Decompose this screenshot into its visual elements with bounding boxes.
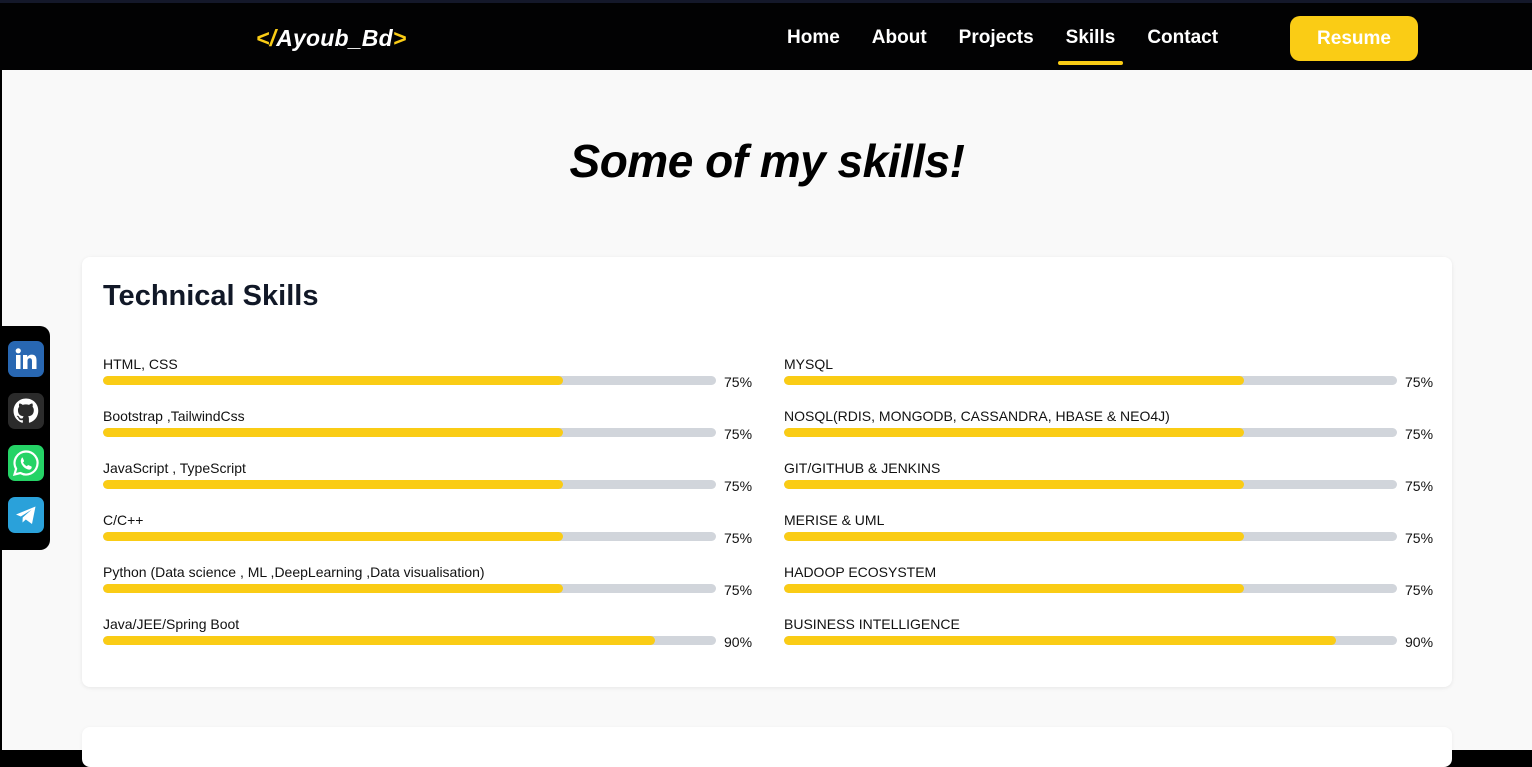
skill-label: BUSINESS INTELLIGENCE <box>784 616 960 632</box>
skill-progress-fill <box>103 480 563 489</box>
skill-percent: 75% <box>1405 582 1434 598</box>
skill-row: HADOOP ECOSYSTEM 75% <box>784 562 1434 614</box>
resume-button[interactable]: Resume <box>1290 16 1418 61</box>
skill-progress-fill <box>103 428 563 437</box>
skill-row: HTML, CSS 75% <box>103 354 753 406</box>
skill-progress-track <box>103 428 716 437</box>
skills-column-left: HTML, CSS 75% Bootstrap ,TailwindCss 75% Jav… <box>103 354 753 666</box>
skill-progress-fill <box>784 532 1244 541</box>
skill-percent: 75% <box>724 426 753 442</box>
logo-name: Ayoub_Bd <box>276 25 393 51</box>
skill-progress-fill <box>784 480 1244 489</box>
skill-progress-track <box>784 636 1397 645</box>
skill-percent: 75% <box>724 478 753 494</box>
nav-link-home[interactable]: Home <box>787 27 840 63</box>
skill-percent: 75% <box>724 582 753 598</box>
page-title: Some of my skills! <box>569 135 965 187</box>
skill-label: GIT/GITHUB & JENKINS <box>784 460 941 476</box>
skill-progress-track <box>103 532 716 541</box>
technical-skills-card: Technical Skills HTML, CSS 75% Bootstrap ,… <box>82 257 1452 687</box>
skill-percent: 90% <box>724 634 753 650</box>
skill-label: Java/JEE/Spring Boot <box>103 616 240 632</box>
skill-label: HTML, CSS <box>103 356 178 372</box>
social-sidebar <box>0 326 50 550</box>
nav-link-projects[interactable]: Projects <box>959 27 1034 63</box>
navbar: </Ayoub_Bd> Home About Projects Skills C… <box>0 0 1532 70</box>
skill-label: NOSQL(RDIS, MONGODB, CASSANDRA, HBASE & … <box>784 408 1170 424</box>
skill-percent: 75% <box>1405 530 1434 546</box>
skill-percent: 75% <box>1405 426 1434 442</box>
technical-skills-title: Technical Skills <box>103 280 319 312</box>
skill-progress-track <box>784 584 1397 593</box>
skill-progress-track <box>103 584 716 593</box>
skill-percent: 75% <box>724 530 753 546</box>
skill-progress-track <box>784 376 1397 385</box>
skill-percent: 75% <box>724 374 753 390</box>
skill-percent: 75% <box>1405 374 1434 390</box>
logo-open-bracket: </ <box>256 25 277 51</box>
next-section-card <box>82 727 1452 767</box>
nav-link-skills[interactable]: Skills <box>1057 27 1123 65</box>
skill-row: MYSQL 75% <box>784 354 1434 406</box>
nav-links: Home About Projects Skills Contact <box>787 27 1250 65</box>
skill-progress-fill <box>784 428 1244 437</box>
skill-row: MERISE & UML 75% <box>784 510 1434 562</box>
skill-progress-fill <box>103 584 563 593</box>
nav-link-contact[interactable]: Contact <box>1147 27 1218 63</box>
skill-progress-fill <box>784 584 1244 593</box>
skill-row: C/C++ 75% <box>103 510 753 562</box>
skill-progress-fill <box>103 636 655 645</box>
whatsapp-icon[interactable] <box>8 445 44 481</box>
github-icon[interactable] <box>8 393 44 429</box>
skill-label: C/C++ <box>103 512 144 528</box>
skill-label: MYSQL <box>784 356 834 372</box>
logo[interactable]: </Ayoub_Bd> <box>256 25 406 52</box>
skill-row: BUSINESS INTELLIGENCE 90% <box>784 614 1434 666</box>
skill-label: HADOOP ECOSYSTEM <box>784 564 937 580</box>
skill-progress-track <box>784 532 1397 541</box>
skill-progress-fill <box>103 376 563 385</box>
linkedin-icon[interactable] <box>8 341 44 377</box>
skill-progress-track <box>784 480 1397 489</box>
skill-row: JavaScript , TypeScript 75% <box>103 458 753 510</box>
skill-progress-track <box>784 428 1397 437</box>
skill-row: Python (Data science , ML ,DeepLearning … <box>103 562 753 614</box>
skill-row: GIT/GITHUB & JENKINS 75% <box>784 458 1434 510</box>
skill-progress-fill <box>784 376 1244 385</box>
main-content: Some of my skills! Technical Skills HTML… <box>2 70 1532 767</box>
skill-row: NOSQL(RDIS, MONGODB, CASSANDRA, HBASE & … <box>784 406 1434 458</box>
skill-row: Bootstrap ,TailwindCss 75% <box>103 406 753 458</box>
skill-label: JavaScript , TypeScript <box>103 460 246 476</box>
skill-label: Bootstrap ,TailwindCss <box>103 408 245 424</box>
skill-percent: 90% <box>1405 634 1434 650</box>
skill-label: Python (Data science , ML ,DeepLearning … <box>103 564 485 580</box>
skill-progress-fill <box>784 636 1336 645</box>
skills-column-right: MYSQL 75% NOSQL(RDIS, MONGODB, CASSANDRA, … <box>784 354 1434 666</box>
skill-label: MERISE & UML <box>784 512 885 528</box>
skill-percent: 75% <box>1405 478 1434 494</box>
nav-link-about[interactable]: About <box>872 27 927 63</box>
skill-progress-track <box>103 636 716 645</box>
skill-progress-track <box>103 480 716 489</box>
skill-row: Java/JEE/Spring Boot 90% <box>103 614 753 666</box>
skill-progress-fill <box>103 532 563 541</box>
skill-progress-track <box>103 376 716 385</box>
logo-close-bracket: > <box>392 25 407 51</box>
telegram-icon[interactable] <box>8 497 44 533</box>
